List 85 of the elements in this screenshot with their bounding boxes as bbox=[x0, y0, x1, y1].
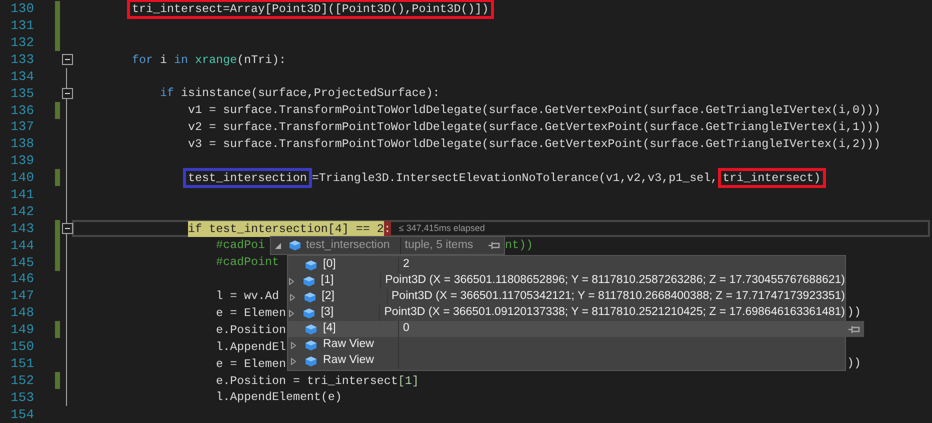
item-value: Point3D (X = 366501.09120137338; Y = 8117810.2521210425; Z = 17.698646163361481) bbox=[384, 305, 845, 320]
code-line: v3 = surface.TransformPointToWorldDelegate(surface.GetVertexPoint(surface.GetTriangleIVertex(i,2))) bbox=[188, 136, 880, 152]
expression-name: test_intersection bbox=[306, 238, 390, 253]
object-icon bbox=[289, 240, 301, 251]
line-number: 130 bbox=[10, 0, 34, 18]
item-value: 2 bbox=[403, 257, 410, 272]
pin-icon[interactable] bbox=[848, 324, 861, 334]
code-line: if test_intersection[4] == 2: bbox=[188, 220, 391, 237]
code-line: if isinstance(surface,ProjectedSurface): bbox=[160, 85, 440, 102]
expand-arrow-icon[interactable] bbox=[289, 310, 294, 316]
code-line: e = Elemen bbox=[216, 356, 286, 372]
datatip-row[interactable]: [4] 0 bbox=[288, 321, 864, 337]
item-value: Point3D (X = 366501.11808652896; Y = 8117810.2587263286; Z = 17.730455767688621) bbox=[385, 273, 845, 288]
object-icon bbox=[304, 292, 316, 302]
collapse-icon[interactable] bbox=[62, 88, 72, 99]
item-name: [0] bbox=[323, 257, 337, 272]
line-number: 146 bbox=[10, 270, 34, 288]
line-number: 145 bbox=[10, 254, 34, 272]
item-name: Raw View bbox=[323, 337, 375, 352]
line-number: 147 bbox=[10, 287, 34, 306]
line-number: 135 bbox=[10, 84, 34, 103]
line-number: 139 bbox=[10, 152, 34, 170]
object-icon bbox=[302, 276, 315, 286]
elapsed-time: ≤ 347,415ms elapsed bbox=[398, 222, 485, 235]
line-number: 131 bbox=[10, 17, 34, 36]
code-line: v1 = surface.TransformPointToWorldDelegate(surface.GetVertexPoint(surface.GetTriangleIVertex(i,0))) bbox=[188, 102, 880, 118]
line-number: 148 bbox=[10, 304, 34, 322]
line-number: 138 bbox=[10, 135, 34, 154]
value-type: tuple, 5 items bbox=[404, 238, 474, 253]
datatip-row[interactable]: [3] Point3D (X = 366501.09120137338; Y = 8117810.2521210425; Z = 17.698646163361481) bbox=[288, 305, 845, 321]
line-number: 144 bbox=[10, 236, 34, 255]
line-number: 150 bbox=[10, 338, 34, 356]
code-line: #cadPoi bbox=[216, 237, 265, 254]
line-number: 142 bbox=[10, 202, 34, 221]
line-number: 152 bbox=[10, 372, 34, 390]
item-name: [2] bbox=[322, 289, 336, 304]
line-number: 151 bbox=[10, 354, 34, 373]
item-value: 0 bbox=[403, 321, 410, 336]
expand-arrow-icon[interactable] bbox=[290, 294, 295, 300]
line-number: 149 bbox=[10, 321, 34, 340]
item-name: [3] bbox=[320, 305, 335, 320]
code-line: v2 = surface.TransformPointToWorldDelegate(surface.GetVertexPoint(surface.GetTriangleIVertex(i,1))) bbox=[188, 119, 880, 136]
code-line: e = Elemen bbox=[216, 304, 286, 321]
code-line: e.Position = tri_intersect[1] bbox=[216, 372, 419, 389]
collapse-icon[interactable] bbox=[62, 223, 72, 234]
object-icon bbox=[305, 356, 317, 366]
line-number: 153 bbox=[10, 388, 34, 407]
pin-icon[interactable] bbox=[488, 241, 501, 250]
code-fragment: nt)) bbox=[505, 236, 533, 254]
item-name: [4] bbox=[323, 321, 337, 336]
object-icon bbox=[305, 340, 317, 350]
code-line: l = wv.Ad bbox=[216, 288, 279, 304]
line-number: 133 bbox=[10, 50, 34, 69]
datatip-row[interactable]: [2] Point3D (X = 366501.11705342121; Y = 8117810.2668400388; Z = 17.71747173923351) bbox=[288, 289, 845, 305]
line-number: 132 bbox=[10, 34, 34, 52]
expand-arrow-icon[interactable] bbox=[290, 358, 296, 364]
code-line: #cadPoint bbox=[216, 254, 279, 270]
expand-arrow-icon[interactable] bbox=[289, 278, 294, 284]
code-line: e.Position bbox=[216, 322, 286, 338]
datatip-row[interactable]: [1] Point3D (X = 366501.11808652896; Y = 8117810.2587263286; Z = 17.730455767688621) bbox=[288, 273, 845, 289]
line-number: 141 bbox=[10, 186, 34, 204]
line-number: 136 bbox=[10, 102, 34, 120]
collapse-triangle-icon[interactable] bbox=[275, 242, 281, 248]
code-line: for i in xrange(nTri): bbox=[132, 52, 286, 68]
line-number: 154 bbox=[10, 406, 34, 423]
collapse-icon[interactable] bbox=[62, 54, 72, 66]
code-line: l.AppendElement(e) bbox=[216, 389, 342, 406]
code-fragment: )) bbox=[847, 304, 861, 322]
datatip-row[interactable]: [0] 2 bbox=[288, 257, 845, 273]
code-line: test_intersection =Triangle3D.IntersectElevationNoTolerance(v1,v2,v3,p1_sel, tri_intersect) bbox=[183, 168, 826, 188]
item-value: Point3D (X = 366501.11705342121; Y = 8117810.2668400388; Z = 17.71747173923351) bbox=[392, 289, 845, 304]
code-line: l.AppendEl bbox=[216, 338, 286, 355]
line-number: 134 bbox=[10, 68, 34, 86]
line-number: 140 bbox=[10, 169, 34, 188]
expand-arrow-icon[interactable] bbox=[290, 342, 296, 348]
line-number: 143 bbox=[10, 220, 34, 238]
object-icon bbox=[305, 260, 317, 270]
object-icon bbox=[302, 308, 315, 318]
item-name: Raw View bbox=[323, 353, 375, 368]
item-name: [1] bbox=[320, 273, 335, 288]
line-number: 137 bbox=[10, 118, 34, 136]
object-icon bbox=[305, 324, 317, 334]
datatip-row[interactable]: Raw View bbox=[288, 337, 845, 353]
code-fragment: )) bbox=[847, 354, 861, 372]
datatip-row[interactable]: Raw View bbox=[288, 353, 845, 369]
